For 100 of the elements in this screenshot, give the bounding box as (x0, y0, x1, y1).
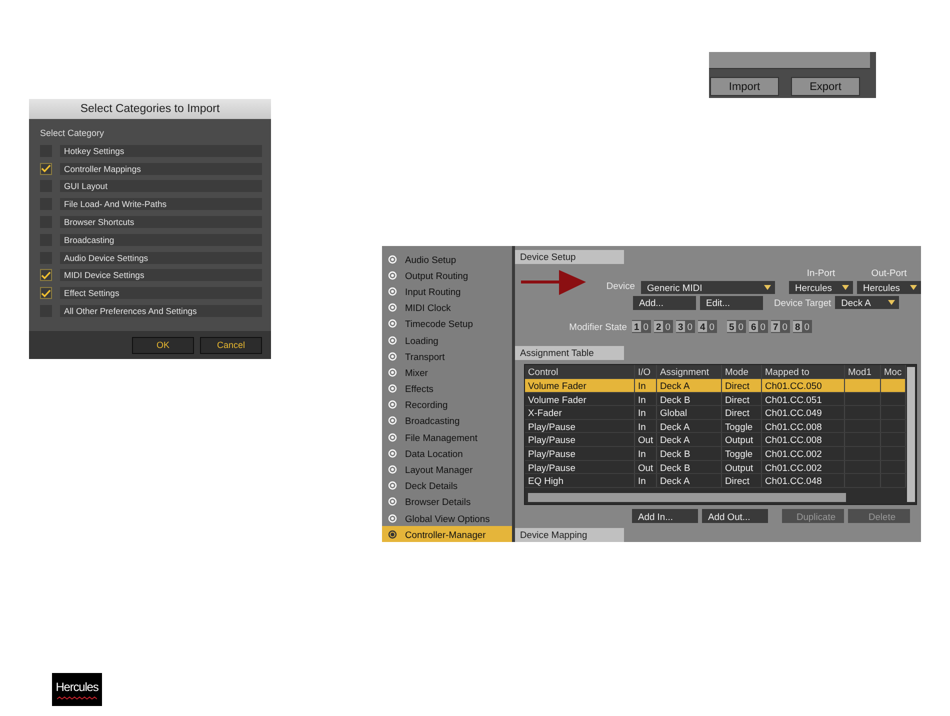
panel-button[interactable]: Import (710, 77, 779, 96)
modifier-indicator: 7 0 (771, 320, 790, 332)
column-header[interactable]: Assignment (657, 365, 722, 378)
sidebar-item[interactable]: Input Routing (382, 283, 512, 300)
table-row[interactable]: Play/Pause In Deck A Toggle Ch01.CC.008 (525, 420, 906, 434)
category-label: Audio Device Settings (60, 252, 262, 264)
table-cell: Ch01.CC.002 (762, 446, 845, 460)
sidebar-item[interactable]: Effects (382, 380, 512, 397)
port-dropdown[interactable]: Hercules (789, 281, 853, 294)
column-header[interactable]: Mapped to (762, 365, 845, 378)
table-row[interactable]: X-Fader In Global Direct Ch01.CC.049 (525, 406, 906, 420)
table-row[interactable]: Play/Pause In Deck B Toggle Ch01.CC.002 (525, 446, 906, 461)
sidebar-item[interactable]: Mixer (382, 364, 512, 380)
sidebar-item[interactable]: Loading (382, 332, 512, 348)
table-row[interactable]: Volume Fader In Deck B Direct Ch01.CC.051 (525, 392, 906, 406)
table-cell: Ch01.CC.002 (762, 460, 845, 474)
arrow-icon (521, 270, 587, 296)
sidebar-item[interactable]: Global View Options (382, 510, 512, 526)
sidebar-item[interactable]: Output Routing (382, 267, 512, 284)
checkbox[interactable] (40, 162, 52, 175)
port-label: Out-Port (870, 267, 908, 278)
table-button[interactable]: Add In... (632, 509, 698, 523)
field-label: Modifier State (568, 320, 627, 332)
category-label: GUI Layout (60, 180, 262, 192)
table-cell: Out (635, 433, 657, 446)
table-cell: Ch01.CC.049 (762, 406, 845, 419)
table-cell: Play/Pause (525, 460, 635, 474)
check-icon (41, 164, 51, 174)
table-button[interactable]: Add Out... (702, 509, 768, 523)
column-header[interactable]: Control (525, 365, 635, 378)
table-cell: Direct (722, 406, 762, 419)
field-label: Device (605, 280, 635, 291)
zigzag-icon (57, 696, 97, 700)
table-cell: In (635, 392, 657, 406)
category-label: MIDI Device Settings (60, 269, 262, 282)
sidebar-item[interactable]: Timecode Setup (382, 316, 512, 332)
sidebar-item[interactable]: Browser Details (382, 494, 512, 510)
column-header[interactable]: Moc (881, 365, 906, 378)
category-label: Controller Mappings (60, 162, 262, 175)
caret-icon (842, 285, 849, 290)
edit-button[interactable]: Edit... (700, 296, 763, 310)
table-row[interactable]: Play/Pause Out Deck B Output Ch01.CC.002 (525, 460, 906, 474)
table-cell: Direct (722, 392, 762, 406)
table-cell: Deck A (657, 420, 722, 432)
section-label: Select Category (40, 128, 106, 138)
table-cell: Ch01.CC.008 (762, 420, 845, 432)
table-cell: Volume Fader (525, 392, 635, 406)
sidebar-item[interactable]: Broadcasting (382, 412, 512, 430)
table-cell: In (635, 446, 657, 460)
category-label: Browser Shortcuts (60, 216, 262, 228)
table-cell: Ch01.CC.051 (762, 392, 845, 406)
field-label: Device Target (774, 297, 832, 308)
sidebar-item[interactable]: Layout Manager (382, 461, 512, 478)
category-label: Broadcasting (60, 234, 262, 246)
sidebar-item[interactable]: Deck Details (382, 478, 512, 494)
vertical-scrollbar[interactable] (907, 367, 915, 502)
table-cell: Ch01.CC.008 (762, 433, 845, 446)
sidebar-item[interactable]: Data Location (382, 445, 512, 462)
add-button[interactable]: Add... (633, 296, 696, 310)
caret-icon (910, 285, 917, 290)
column-header[interactable]: Mode (722, 365, 762, 378)
table-cell: EQ High (525, 474, 635, 487)
section-header: Assignment Table (515, 346, 624, 360)
horizontal-scrollbar[interactable] (528, 493, 846, 502)
column-header[interactable]: Mod1 (845, 365, 881, 378)
table-row[interactable]: Volume Fader In Deck A Direct Ch01.CC.050 (525, 379, 906, 393)
panel-button[interactable]: Export (791, 77, 860, 96)
port-dropdown[interactable]: Hercules (857, 281, 921, 294)
sidebar-item[interactable]: File Management (382, 429, 512, 446)
target-dropdown[interactable]: Deck A (835, 296, 900, 309)
modifier-indicator: 6 0 (749, 320, 768, 332)
table-cell: Output (722, 433, 762, 446)
table-cell: Deck A (657, 379, 722, 392)
modifier-indicator: 2 0 (654, 320, 673, 332)
dialog-button[interactable]: OK (132, 336, 194, 354)
modifier-indicator: 3 0 (676, 320, 695, 332)
section-header: Device Setup (515, 250, 624, 264)
dialog-button[interactable]: Cancel (200, 336, 262, 354)
sidebar-item[interactable]: Recording (382, 396, 512, 413)
checkbox[interactable] (40, 269, 52, 282)
table-cell: In (635, 406, 657, 419)
caret-icon (764, 285, 771, 290)
table-cell: In (635, 420, 657, 432)
checkbox[interactable] (40, 287, 52, 300)
table-row[interactable]: EQ High In Deck A Direct Ch01.CC.048 (525, 474, 906, 488)
sidebar-item[interactable]: MIDI Clock (382, 300, 512, 316)
table-cell: In (635, 379, 657, 392)
device-dropdown[interactable]: Generic MIDI (641, 281, 775, 294)
table-cell: X-Fader (525, 406, 635, 419)
sidebar-item[interactable]: Transport (382, 348, 512, 364)
sidebar-item[interactable]: Controller-Manager (382, 526, 512, 542)
column-header[interactable]: I/O (635, 365, 657, 378)
table-cell: Volume Fader (525, 379, 635, 392)
table-row[interactable]: Play/Pause Out Deck A Output Ch01.CC.008 (525, 433, 906, 447)
table-cell: Deck A (657, 474, 722, 487)
table-cell: Play/Pause (525, 446, 635, 460)
table-cell: Output (722, 460, 762, 474)
modifier-indicator: 4 0 (698, 320, 717, 332)
modifier-indicator: 8 0 (793, 320, 812, 332)
sidebar-item[interactable]: Audio Setup (382, 251, 512, 268)
